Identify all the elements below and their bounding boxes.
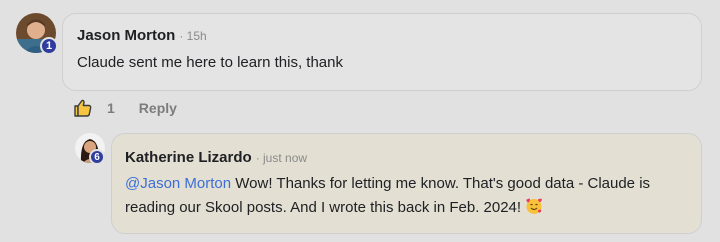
comment-text-line-1: @Jason Morton Wow! Thanks for letting me… (125, 172, 695, 196)
comment-author[interactable]: Katherine Lizardo (125, 149, 252, 166)
comment-text-part: Wow! Thanks for letting me know. That's … (231, 175, 651, 192)
mention-link[interactable]: @Jason Morton (125, 175, 231, 192)
like-count: 1 (107, 100, 115, 116)
comment-text-part: reading our Skool posts. And I wrote thi… (125, 199, 522, 216)
thumbs-up-icon[interactable] (73, 98, 93, 118)
comment-text: Claude sent me here to learn this, thank (77, 54, 343, 71)
comment-text: @Jason Morton Wow! Thanks for letting me… (125, 172, 695, 223)
level-badge: 1 (40, 37, 58, 55)
level-badge: 6 (89, 149, 105, 165)
comment-actions: 1 Reply (73, 98, 177, 118)
avatar-jason-morton[interactable]: 1 (16, 13, 58, 55)
comment-author[interactable]: Jason Morton (77, 27, 175, 44)
reply-button[interactable]: Reply (139, 100, 177, 116)
comment-bubble: Jason Morton · 15h Claude sent me here t… (62, 13, 702, 91)
smiling-face-with-hearts-icon (525, 197, 543, 223)
reply-bubble: Katherine Lizardo · just now @Jason Mort… (111, 133, 702, 234)
avatar-katherine-lizardo[interactable]: 6 (75, 133, 105, 165)
comment-timestamp: · just now (255, 151, 308, 165)
comment-timestamp: · 15h (179, 29, 207, 43)
comment-text-line-2: reading our Skool posts. And I wrote thi… (125, 196, 695, 223)
